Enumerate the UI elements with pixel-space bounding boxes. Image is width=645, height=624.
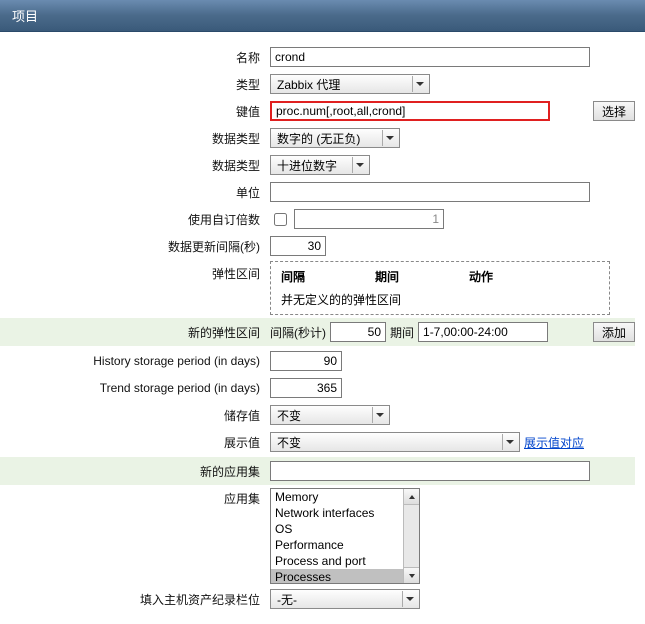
label-store-value: 储存值 [0, 407, 270, 424]
label-unit: 单位 [0, 184, 270, 201]
label-new-app-set: 新的应用集 [0, 463, 270, 480]
fi-empty-message: 并无定义的的弹性区间 [281, 291, 599, 308]
multiplier-value-input [294, 209, 444, 229]
row-host-inventory: 填入主机资产纪录栏位 -无- [0, 587, 635, 611]
row-multiplier: 使用自订倍数 [0, 207, 635, 231]
list-item[interactable]: Memory [271, 489, 403, 505]
name-input[interactable] [270, 47, 590, 67]
update-interval-input[interactable] [270, 236, 326, 256]
show-value-link[interactable]: 展示值对应 [524, 434, 584, 451]
row-unit: 单位 [0, 180, 635, 204]
show-value-value: 不变 [277, 434, 301, 451]
label-name: 名称 [0, 49, 270, 66]
select-key-button[interactable]: 选择 [593, 101, 635, 121]
row-new-flex-interval: 新的弹性区间 间隔(秒计) 期间 添加 [0, 318, 635, 346]
trend-period-input[interactable] [270, 378, 342, 398]
scroll-up-button[interactable] [404, 489, 419, 505]
list-item[interactable]: Processes [271, 569, 403, 583]
row-name: 名称 [0, 45, 635, 69]
list-item[interactable]: Network interfaces [271, 505, 403, 521]
new-fi-period-input[interactable] [418, 322, 548, 342]
fi-col-period: 期间 [375, 268, 399, 285]
history-period-input[interactable] [270, 351, 342, 371]
row-trend-period: Trend storage period (in days) [0, 376, 635, 400]
fi-col-action: 动作 [469, 268, 493, 285]
panel-title: 项目 [12, 9, 38, 24]
flex-interval-box: 间隔 期间 动作 并无定义的的弹性区间 [270, 261, 610, 315]
unit-input[interactable] [270, 182, 590, 202]
label-host-inventory: 填入主机资产纪录栏位 [0, 591, 270, 608]
chevron-down-icon [382, 130, 397, 146]
label-history-period: History storage period (in days) [0, 354, 270, 368]
label-update-interval: 数据更新间隔(秒) [0, 238, 270, 255]
row-app-set: 应用集 MemoryNetwork interfacesOSPerformanc… [0, 488, 635, 584]
chevron-down-icon [412, 76, 427, 92]
fi-period-inline-label: 期间 [390, 324, 414, 341]
type-select-value: Zabbix 代理 [277, 76, 340, 93]
label-data-type: 数据类型 [0, 130, 270, 147]
panel-header: 项目 [0, 0, 645, 32]
label-data-type2: 数据类型 [0, 157, 270, 174]
label-trend-period: Trend storage period (in days) [0, 381, 270, 395]
data-type2-select[interactable]: 十进位数字 [270, 155, 370, 175]
list-item[interactable]: Process and port [271, 553, 403, 569]
new-app-set-input[interactable] [270, 461, 590, 481]
chevron-down-icon [352, 157, 367, 173]
chevron-down-icon [372, 407, 387, 423]
new-fi-seconds-input[interactable] [330, 322, 386, 342]
row-data-type2: 数据类型 十进位数字 [0, 153, 635, 177]
row-key: 键值 选择 [0, 99, 635, 123]
store-value-select[interactable]: 不变 [270, 405, 390, 425]
list-item[interactable]: Performance [271, 537, 403, 553]
row-type: 类型 Zabbix 代理 [0, 72, 635, 96]
app-set-items: MemoryNetwork interfacesOSPerformancePro… [271, 489, 403, 583]
store-value-value: 不变 [277, 407, 301, 424]
app-set-listbox[interactable]: MemoryNetwork interfacesOSPerformancePro… [270, 488, 420, 584]
host-inventory-select[interactable]: -无- [270, 589, 420, 609]
form: 名称 类型 Zabbix 代理 键值 选择 数据类型 数字的 (无正负) [0, 32, 645, 624]
label-multiplier: 使用自订倍数 [0, 211, 270, 228]
scroll-track[interactable] [404, 505, 419, 567]
row-update-interval: 数据更新间隔(秒) [0, 234, 635, 258]
row-store-value: 储存值 不变 [0, 403, 635, 427]
chevron-down-icon [502, 434, 517, 450]
row-show-value: 展示值 不变 展示值对应 [0, 430, 635, 454]
type-select[interactable]: Zabbix 代理 [270, 74, 430, 94]
list-item[interactable]: OS [271, 521, 403, 537]
key-input[interactable] [270, 101, 550, 121]
row-data-type: 数据类型 数字的 (无正负) [0, 126, 635, 150]
scrollbar[interactable] [403, 489, 419, 583]
label-type: 类型 [0, 76, 270, 93]
label-show-value: 展示值 [0, 434, 270, 451]
scroll-down-button[interactable] [404, 567, 419, 583]
row-history-period: History storage period (in days) [0, 349, 635, 373]
multiplier-checkbox[interactable] [274, 213, 287, 226]
add-flex-interval-button[interactable]: 添加 [593, 322, 635, 342]
chevron-down-icon [402, 591, 417, 607]
show-value-select[interactable]: 不变 [270, 432, 520, 452]
label-app-set: 应用集 [0, 488, 270, 507]
row-flex-interval: 弹性区间 间隔 期间 动作 并无定义的的弹性区间 [0, 261, 635, 315]
data-type2-value: 十进位数字 [277, 157, 337, 174]
host-inventory-value: -无- [277, 591, 297, 608]
data-type-value: 数字的 (无正负) [277, 130, 360, 147]
row-new-app-set: 新的应用集 [0, 457, 635, 485]
data-type-select[interactable]: 数字的 (无正负) [270, 128, 400, 148]
label-new-flex-interval: 新的弹性区间 [0, 324, 270, 341]
fi-interval-inline-label: 间隔(秒计) [270, 324, 326, 341]
label-flex-interval: 弹性区间 [0, 261, 270, 282]
label-key: 键值 [0, 103, 270, 120]
fi-col-interval: 间隔 [281, 268, 305, 285]
